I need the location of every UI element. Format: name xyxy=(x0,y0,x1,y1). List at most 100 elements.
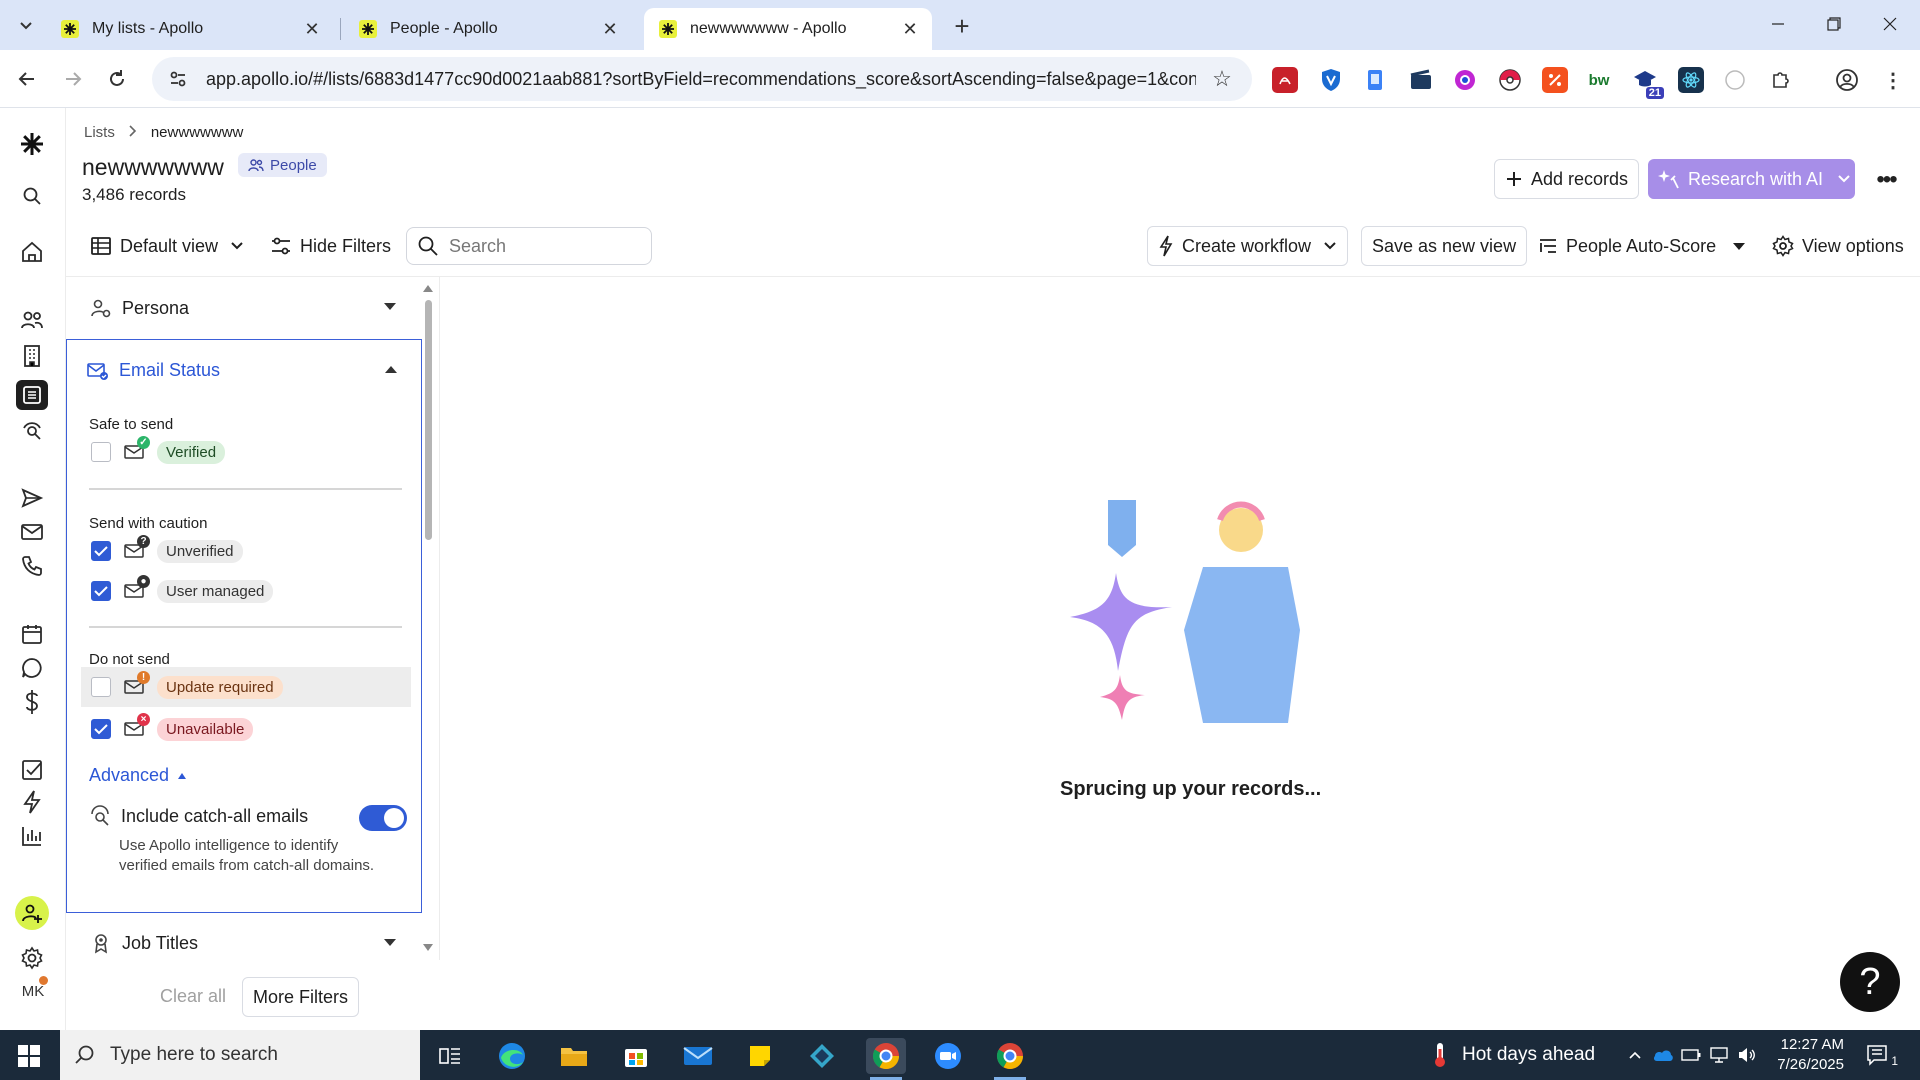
close-tab-icon[interactable]: ✕ xyxy=(302,19,322,39)
tab-search-chevron-icon[interactable] xyxy=(14,13,38,37)
advanced-toggle[interactable]: Advanced xyxy=(89,765,187,786)
people-icon[interactable] xyxy=(18,306,46,334)
checkbox-user-managed[interactable] xyxy=(91,581,111,601)
save-as-new-view-button[interactable]: Save as new view xyxy=(1361,226,1528,266)
create-workflow-button[interactable]: Create workflow xyxy=(1147,226,1349,266)
taskbar-search-box[interactable]: Type here to search xyxy=(60,1030,420,1080)
browser-tab-people[interactable]: People - Apollo ✕ xyxy=(344,8,632,50)
sequences-send-icon[interactable] xyxy=(18,484,46,512)
deals-dollar-icon[interactable] xyxy=(18,688,46,716)
close-tab-icon[interactable]: ✕ xyxy=(600,19,620,39)
checkbox-update-required[interactable] xyxy=(91,677,111,697)
user-avatar[interactable]: MK xyxy=(18,976,48,1006)
search-field[interactable] xyxy=(406,227,652,265)
calls-phone-icon[interactable] xyxy=(18,552,46,580)
browser-menu-icon[interactable]: ⋮ xyxy=(1880,67,1906,93)
diamond-app-icon[interactable] xyxy=(802,1038,842,1074)
minimize-icon[interactable] xyxy=(1758,10,1798,38)
tasks-checkbox-icon[interactable] xyxy=(18,756,46,784)
file-explorer-icon[interactable] xyxy=(554,1038,594,1074)
profile-icon[interactable] xyxy=(1834,67,1860,93)
site-settings-icon[interactable] xyxy=(166,67,190,91)
workflows-lightning-icon[interactable] xyxy=(18,788,46,816)
more-filters-button[interactable]: More Filters xyxy=(242,977,360,1017)
view-options-button[interactable]: View options xyxy=(1762,226,1914,266)
filter-persona-header[interactable]: Persona xyxy=(90,297,189,319)
percent-extension-icon[interactable] xyxy=(1542,67,1568,93)
browser-tab-newwwwwww[interactable]: newwwwwww - Apollo ✕ xyxy=(644,8,932,50)
clear-all-button[interactable]: Clear all xyxy=(160,986,226,1007)
option-verified[interactable]: ✓ Verified xyxy=(81,432,411,472)
onedrive-cloud-icon[interactable] xyxy=(1652,1044,1674,1066)
filter-email-status-header[interactable]: Email Status xyxy=(87,360,220,381)
filters-scrollbar-thumb[interactable] xyxy=(425,300,432,540)
home-icon[interactable] xyxy=(18,238,46,266)
meetings-calendar-icon[interactable] xyxy=(18,620,46,648)
job-titles-caret-down-icon[interactable] xyxy=(384,939,396,946)
extensions-puzzle-icon[interactable] xyxy=(1768,67,1794,93)
react-extension-icon[interactable] xyxy=(1678,67,1704,93)
checkbox-verified[interactable] xyxy=(91,442,111,462)
persona-caret-down-icon[interactable] xyxy=(384,303,396,310)
checkbox-unavailable[interactable] xyxy=(91,719,111,739)
option-unavailable[interactable]: × Unavailable xyxy=(81,709,411,749)
lists-icon[interactable] xyxy=(16,380,48,410)
search-icon[interactable] xyxy=(18,182,46,210)
clapper-extension-icon[interactable] xyxy=(1408,67,1434,93)
task-view-icon[interactable] xyxy=(430,1038,470,1074)
add-user-icon[interactable] xyxy=(15,896,49,930)
chrome-profile-icon[interactable] xyxy=(990,1038,1030,1080)
weather-widget[interactable]: Hot days ahead xyxy=(1430,1030,1595,1080)
conversations-chat-icon[interactable] xyxy=(18,654,46,682)
pdf-extension-icon[interactable] xyxy=(1272,67,1298,93)
page-title[interactable]: newwwwwww xyxy=(82,154,224,181)
forward-icon[interactable] xyxy=(58,64,88,94)
emails-icon[interactable] xyxy=(18,518,46,546)
battery-icon[interactable] xyxy=(1680,1044,1702,1066)
mail-app-icon[interactable] xyxy=(678,1038,718,1074)
sticky-notes-icon[interactable] xyxy=(740,1038,780,1074)
taskbar-clock[interactable]: 12:27 AM 7/26/2025 xyxy=(1774,1035,1844,1075)
restore-icon[interactable] xyxy=(1814,10,1854,38)
filter-job-titles-header[interactable]: Job Titles xyxy=(90,932,198,954)
research-with-ai-button[interactable]: Research with AI xyxy=(1648,159,1855,199)
people-auto-score-sort-button[interactable]: People Auto-Score xyxy=(1528,226,1756,266)
bw-extension-icon[interactable]: bw xyxy=(1586,67,1612,93)
companies-building-icon[interactable] xyxy=(18,342,46,370)
option-user-managed[interactable]: ● User managed xyxy=(81,571,411,611)
more-options-icon[interactable]: ••• xyxy=(1872,166,1900,193)
document-extension-icon[interactable] xyxy=(1362,67,1388,93)
compass-extension-icon[interactable] xyxy=(1722,67,1748,93)
reload-icon[interactable] xyxy=(102,64,132,94)
shield-extension-icon[interactable] xyxy=(1318,67,1344,93)
add-records-button[interactable]: Add records xyxy=(1494,159,1640,199)
ring-extension-icon[interactable] xyxy=(1452,67,1478,93)
hide-filters-button[interactable]: Hide Filters xyxy=(260,226,401,266)
settings-gear-icon[interactable] xyxy=(18,944,46,972)
apollo-logo-icon[interactable] xyxy=(18,130,46,158)
scroll-down-arrow-icon[interactable] xyxy=(423,944,433,951)
website-visitors-icon[interactable] xyxy=(18,416,46,444)
help-button[interactable]: ? xyxy=(1840,952,1900,1012)
volume-icon[interactable] xyxy=(1736,1044,1758,1066)
show-hidden-icons-chevron-icon[interactable] xyxy=(1624,1044,1646,1066)
windows-start-icon[interactable] xyxy=(18,1045,40,1067)
chrome-browser-icon[interactable] xyxy=(866,1038,906,1080)
email-status-caret-up-icon[interactable] xyxy=(385,366,397,373)
catch-all-toggle[interactable] xyxy=(359,805,407,831)
pokeball-extension-icon[interactable] xyxy=(1497,67,1523,93)
breadcrumb-lists-link[interactable]: Lists xyxy=(84,124,115,141)
analytics-chart-icon[interactable] xyxy=(18,822,46,850)
address-bar[interactable]: app.apollo.io/#/lists/6883d1477cc90d0021… xyxy=(152,57,1252,101)
edge-browser-icon[interactable] xyxy=(492,1038,532,1074)
option-update-required[interactable]: ! Update required xyxy=(81,667,411,707)
zoom-app-icon[interactable] xyxy=(928,1038,968,1074)
browser-tab-my-lists[interactable]: My lists - Apollo ✕ xyxy=(46,8,334,50)
close-tab-icon[interactable]: ✕ xyxy=(900,19,920,39)
scroll-up-arrow-icon[interactable] xyxy=(423,285,433,292)
checkbox-unverified[interactable] xyxy=(91,541,111,561)
graduation-extension-icon[interactable]: 21 xyxy=(1632,67,1664,99)
default-view-button[interactable]: Default view xyxy=(80,226,254,266)
close-window-icon[interactable] xyxy=(1870,10,1910,38)
option-unverified[interactable]: ? Unverified xyxy=(81,531,411,571)
